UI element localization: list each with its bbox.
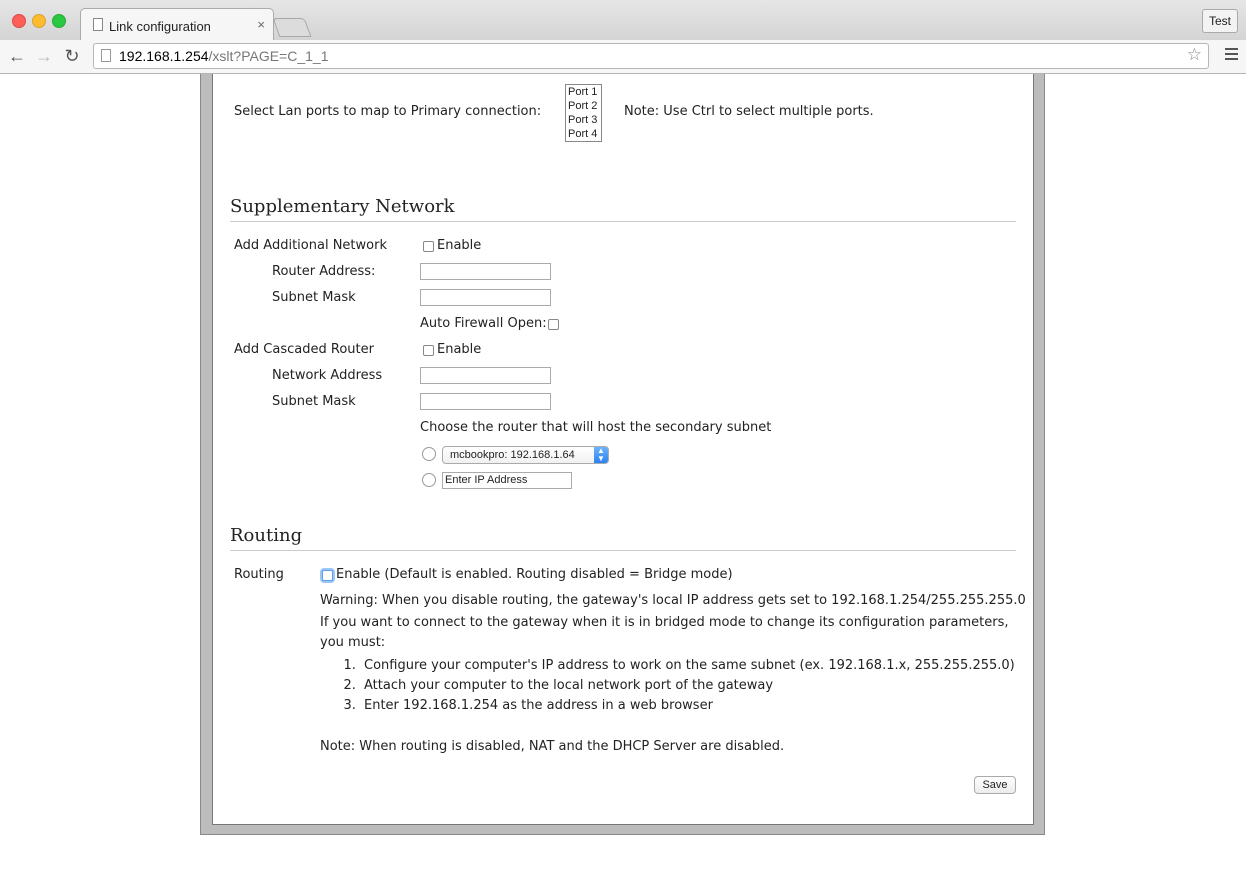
url-path: /xslt?PAGE=C_1_1 — [208, 48, 329, 64]
port-option[interactable]: Port 1 — [568, 85, 601, 99]
close-icon[interactable]: × — [257, 17, 265, 32]
router-select-value: mcbookpro: 192.168.1.64 — [450, 449, 575, 461]
url-text[interactable]: 192.168.1.254/xslt?PAGE=C_1_1 — [119, 48, 329, 64]
choose-router-label: Choose the router that will host the sec… — [420, 420, 772, 435]
routing-enable-checkbox[interactable] — [322, 570, 333, 581]
window-close-button[interactable] — [12, 14, 26, 28]
list-item: Configure your computer's IP address to … — [360, 656, 1020, 676]
auto-firewall-checkbox[interactable] — [548, 319, 559, 330]
routing-enable-label: Enable (Default is enabled. Routing disa… — [336, 567, 733, 582]
list-item: Enter 192.168.1.254 as the address in a … — [360, 696, 1020, 716]
cascaded-enable-label: Enable — [437, 342, 482, 357]
reload-icon[interactable]: ↻ — [61, 46, 83, 66]
cascaded-subnet-input[interactable] — [420, 393, 551, 410]
subnet-mask-label: Subnet Mask — [272, 290, 356, 305]
cascaded-router-checkbox[interactable] — [423, 345, 434, 356]
star-icon[interactable]: ☆ — [1187, 45, 1202, 65]
routing-warning: Warning: When you disable routing, the g… — [320, 593, 1026, 608]
lan-ports-label: Select Lan ports to map to Primary conne… — [234, 104, 542, 119]
section-divider — [230, 221, 1016, 222]
router-address-label: Router Address: — [272, 264, 376, 279]
lan-ports-listbox[interactable]: Port 1 Port 2 Port 3 Port 4 — [565, 84, 602, 142]
new-tab-button[interactable] — [272, 18, 312, 37]
window-maximize-button[interactable] — [52, 14, 66, 28]
back-arrow-icon[interactable]: ← — [6, 46, 28, 66]
forward-arrow-icon[interactable]: → — [33, 46, 55, 66]
supplementary-heading: Supplementary Network — [230, 196, 455, 217]
port-option[interactable]: Port 3 — [568, 113, 601, 127]
subnet-mask-input[interactable] — [420, 289, 551, 306]
network-address-input[interactable] — [420, 367, 551, 384]
save-button[interactable]: Save — [974, 776, 1016, 794]
network-address-label: Network Address — [272, 368, 383, 383]
port-option[interactable]: Port 2 — [568, 99, 601, 113]
router-select-radio[interactable] — [422, 447, 436, 461]
page-icon — [93, 18, 103, 31]
cascaded-router-label: Add Cascaded Router — [234, 342, 374, 357]
auto-firewall-label: Auto Firewall Open: — [420, 316, 547, 331]
add-network-checkbox[interactable] — [423, 241, 434, 252]
add-network-label: Add Additional Network — [234, 238, 387, 253]
lan-ports-note: Note: Use Ctrl to select multiple ports. — [624, 104, 874, 119]
routing-label: Routing — [234, 567, 284, 582]
routing-steps-list: Configure your computer's IP address to … — [320, 656, 1020, 716]
address-bar[interactable]: 192.168.1.254/xslt?PAGE=C_1_1 ☆ — [93, 43, 1209, 69]
routing-warning-detail: If you want to connect to the gateway wh… — [320, 615, 1009, 650]
routing-note: Note: When routing is disabled, NAT and … — [320, 739, 785, 754]
browser-toolbar: ← → ↻ 192.168.1.254/xslt?PAGE=C_1_1 ☆ — [0, 40, 1246, 74]
chevron-updown-icon: ▲ ▼ — [594, 447, 608, 463]
routing-heading: Routing — [230, 525, 303, 546]
ip-address-radio[interactable] — [422, 473, 436, 487]
router-address-input[interactable] — [420, 263, 551, 280]
config-panel: Select Lan ports to map to Primary conne… — [212, 74, 1034, 825]
page-icon — [101, 49, 111, 62]
browser-tab-bar: Link configuration × Test — [0, 0, 1246, 41]
section-divider — [230, 550, 1016, 551]
list-item: Attach your computer to the local networ… — [360, 676, 1020, 696]
browser-tab[interactable]: Link configuration × — [80, 8, 274, 41]
window-minimize-button[interactable] — [32, 14, 46, 28]
tab-title: Link configuration — [109, 19, 211, 34]
hamburger-menu-icon[interactable] — [1225, 48, 1238, 63]
page-frame: Select Lan ports to map to Primary conne… — [200, 74, 1045, 835]
router-select[interactable]: mcbookpro: 192.168.1.64 ▲ ▼ — [442, 446, 609, 464]
port-option[interactable]: Port 4 — [568, 127, 601, 141]
ip-address-input[interactable]: Enter IP Address — [442, 472, 572, 489]
url-host: 192.168.1.254 — [119, 48, 209, 64]
profile-button[interactable]: Test — [1201, 9, 1238, 33]
cascaded-subnet-label: Subnet Mask — [272, 394, 356, 409]
add-network-enable-label: Enable — [437, 238, 482, 253]
